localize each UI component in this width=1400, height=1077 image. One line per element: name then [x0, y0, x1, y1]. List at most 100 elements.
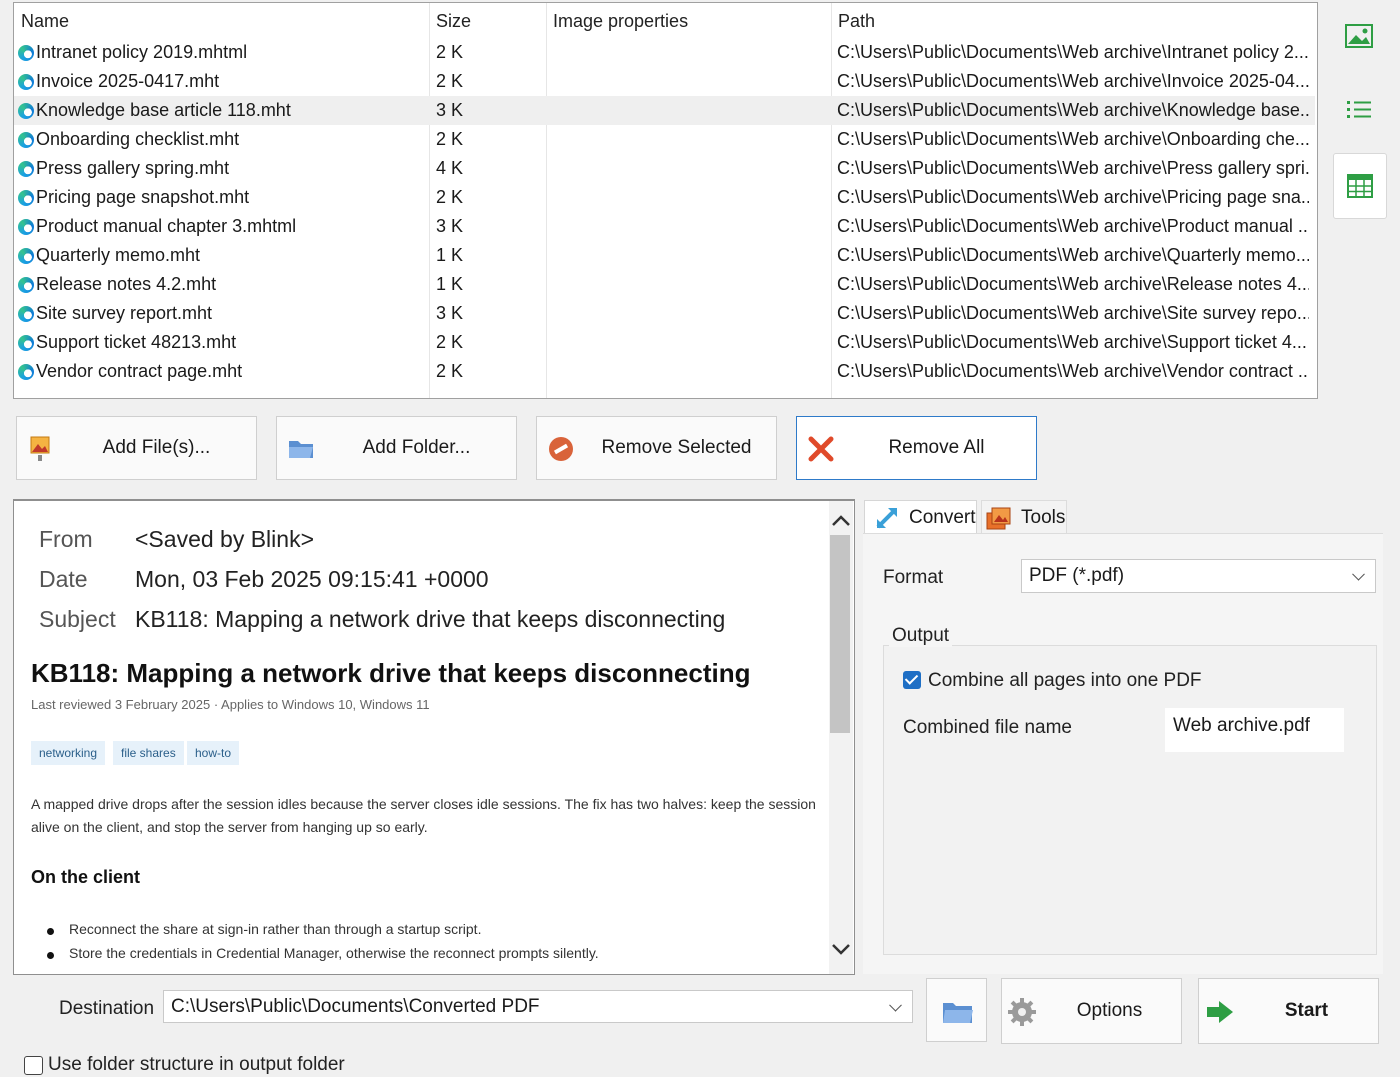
tag: how-to	[187, 741, 240, 765]
file-name-cell: Site survey report.mht	[18, 299, 438, 328]
browse-destination-button[interactable]	[926, 978, 987, 1042]
file-name-cell: Press gallery spring.mht	[18, 154, 438, 183]
table-row[interactable]: Invoice 2025-0417.mht 2 K C:\Users\Public\…	[14, 67, 1315, 96]
combine-label[interactable]: Combine all pages into one PDF	[928, 670, 1202, 692]
file-list[interactable]: Name Size Image properties Path Intranet…	[13, 2, 1318, 399]
scrollbar-thumb[interactable]	[830, 535, 850, 733]
remove-all-label: Remove All	[888, 437, 985, 458]
column-header-name[interactable]: Name	[14, 3, 429, 38]
edge-file-icon	[18, 218, 34, 235]
details-view-icon	[1347, 174, 1373, 198]
file-size: 2 K	[436, 129, 464, 149]
file-path: C:\Users\Public\Documents\Web archive\In…	[837, 42, 1309, 62]
edge-file-icon	[18, 363, 34, 380]
details-view-button[interactable]	[1333, 153, 1387, 219]
file-name-cell: Product manual chapter 3.mhtml	[18, 212, 438, 241]
start-button[interactable]: Start	[1198, 978, 1379, 1044]
subject-label: Subject	[39, 606, 116, 632]
file-name-cell: Intranet policy 2019.mhtml	[18, 38, 438, 67]
file-name-cell: Release notes 4.2.mht	[18, 270, 438, 299]
file-path: C:\Users\Public\Documents\Web archive\Qu…	[837, 245, 1309, 265]
destination-select[interactable]: C:\Users\Public\Documents\Converted PDF	[163, 990, 913, 1023]
remove-all-button[interactable]: Remove All	[796, 416, 1037, 480]
file-name-cell: Onboarding checklist.mht	[18, 125, 438, 154]
file-path: C:\Users\Public\Documents\Web archive\Su…	[837, 332, 1307, 352]
file-name: Product manual chapter 3.mhtml	[36, 216, 297, 236]
file-name: Pricing page snapshot.mht	[36, 187, 250, 207]
file-name: Invoice 2025-0417.mht	[36, 71, 220, 91]
options-label: Options	[1076, 1000, 1143, 1021]
list-item: Store the credentials in Credential Mana…	[47, 945, 599, 961]
folder-structure-checkbox[interactable]	[24, 1056, 43, 1075]
file-size: 3 K	[436, 100, 464, 120]
table-row[interactable]: Site survey report.mht 3 K C:\Users\Public…	[14, 299, 1315, 328]
from-value: <Saved by Blink>	[135, 526, 315, 552]
folder-structure-label[interactable]: Use folder structure in output folder	[48, 1054, 345, 1076]
add-folder-label: Add Folder...	[362, 437, 471, 458]
table-row[interactable]: Quarterly memo.mht 1 K C:\Users\Public\Doc…	[14, 241, 1315, 270]
format-value: PDF (*.pdf)	[1029, 565, 1125, 586]
file-path: C:\Users\Public\Documents\Web archive\Si…	[837, 303, 1309, 323]
table-row[interactable]: Pricing page snapshot.mht 2 K C:\Users\Pub…	[14, 183, 1315, 212]
table-row[interactable]: Onboarding checklist.mht 2 K C:\Users\Publ…	[14, 125, 1315, 154]
chevron-down-icon	[1352, 567, 1365, 581]
column-header-path[interactable]: Path	[831, 3, 1315, 38]
file-size: 2 K	[436, 71, 464, 91]
table-row[interactable]: Press gallery spring.mht 4 K C:\Users\Publ…	[14, 154, 1315, 183]
scroll-up-icon[interactable]	[831, 513, 851, 527]
remove-selected-label: Remove Selected	[601, 437, 752, 458]
tab-convert[interactable]: Convert	[864, 500, 977, 535]
folder-icon	[943, 1003, 973, 1023]
convert-icon	[876, 508, 897, 529]
table-row[interactable]: Intranet policy 2019.mhtml 2 K C:\Users\Pu…	[14, 38, 1315, 67]
tab-convert-label: Convert	[909, 507, 976, 528]
edge-file-icon	[18, 44, 34, 61]
tag: file shares	[113, 741, 184, 765]
table-row[interactable]: Product manual chapter 3.mhtml 3 K C:\User…	[14, 212, 1315, 241]
section-heading: On the client	[31, 867, 141, 887]
table-row[interactable]: Release notes 4.2.mht 1 K C:\Users\Public\…	[14, 270, 1315, 299]
message-preview[interactable]: From <Saved by Blink> Date Mon, 03 Feb 2…	[13, 499, 855, 975]
table-row[interactable]: Vendor contract page.mht 2 K C:\Users\Publ…	[14, 357, 1315, 386]
file-path: C:\Users\Public\Documents\Web archive\Pr…	[837, 187, 1309, 207]
list-view-button[interactable]	[1333, 78, 1385, 142]
table-row[interactable]: Knowledge base article 118.mht 3 K C:\User…	[14, 96, 1315, 125]
combined-name-field[interactable]: Web archive.pdf	[1165, 708, 1344, 752]
from-label: From	[39, 526, 93, 552]
file-path: C:\Users\Public\Documents\Web archive\Re…	[837, 274, 1309, 294]
document-meta: Last reviewed 3 February 2025 · Applies …	[31, 697, 430, 712]
combine-checkbox[interactable]	[903, 671, 921, 689]
file-path: C:\Users\Public\Documents\Web archive\Kn…	[837, 100, 1309, 120]
file-name-cell: Pricing page snapshot.mht	[18, 183, 438, 212]
remove-selected-button[interactable]: Remove Selected	[536, 416, 777, 480]
file-size: 1 K	[436, 274, 464, 294]
file-path: C:\Users\Public\Documents\Web archive\Pr…	[837, 158, 1309, 178]
file-name: Quarterly memo.mht	[36, 245, 201, 265]
column-header-image-properties[interactable]: Image properties	[546, 3, 831, 38]
file-size: 2 K	[436, 332, 464, 352]
column-header-size[interactable]: Size	[429, 3, 546, 38]
file-name: Knowledge base article 118.mht	[36, 100, 291, 120]
format-select[interactable]: PDF (*.pdf)	[1021, 559, 1376, 593]
file-name-cell: Invoice 2025-0417.mht	[18, 67, 438, 96]
list-item: Reconnect the share at sign-in rather th…	[46, 921, 482, 937]
chevron-down-icon	[889, 998, 902, 1012]
file-name: Site survey report.mht	[36, 303, 213, 323]
table-row[interactable]: Support ticket 48213.mht 2 K C:\Users\Publ…	[14, 328, 1315, 357]
edge-file-icon	[18, 334, 34, 351]
thumbnail-view-icon	[1345, 24, 1373, 48]
add-files-label: Add File(s)...	[102, 437, 211, 458]
destination-label: Destination	[59, 998, 155, 1019]
tools-icon	[986, 507, 1011, 530]
tag: networking	[31, 741, 106, 765]
add-files-button[interactable]: Add File(s)...	[16, 416, 257, 480]
file-size: 3 K	[436, 303, 464, 323]
scroll-down-icon[interactable]	[831, 943, 851, 957]
tab-tools[interactable]: Tools	[981, 500, 1067, 536]
file-size: 2 K	[436, 42, 464, 62]
add-folder-button[interactable]: Add Folder...	[276, 416, 517, 480]
thumbnail-view-button[interactable]	[1333, 4, 1385, 68]
file-path: C:\Users\Public\Documents\Web archive\Pr…	[837, 216, 1309, 236]
file-size: 2 K	[436, 361, 464, 381]
options-button[interactable]: Options	[1001, 978, 1182, 1044]
